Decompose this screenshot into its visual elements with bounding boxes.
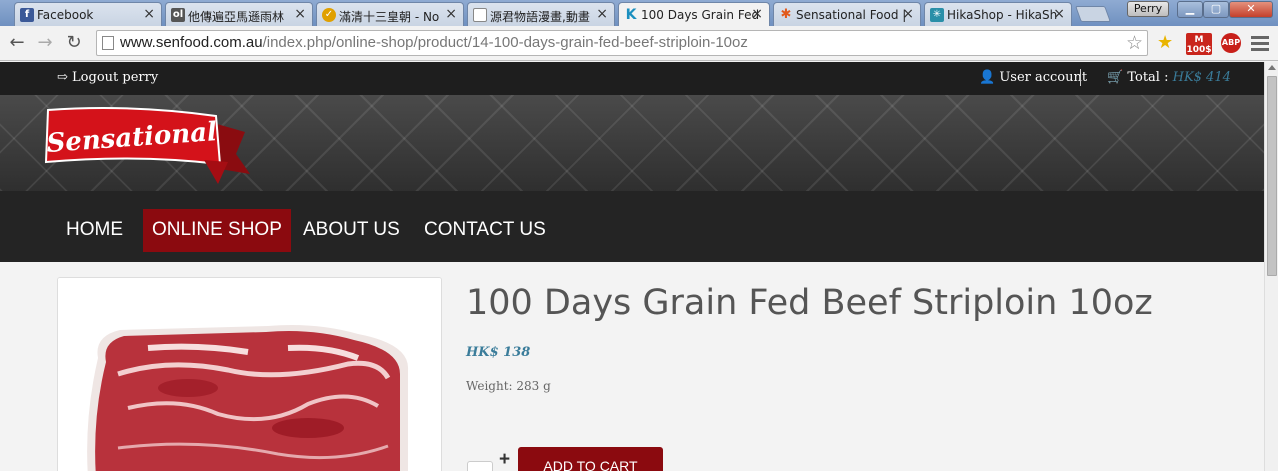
joomla-icon: ✱ bbox=[780, 7, 792, 22]
close-icon[interactable]: × bbox=[1053, 6, 1065, 22]
adblock-icon[interactable]: ABP bbox=[1221, 33, 1241, 53]
close-icon[interactable]: × bbox=[445, 6, 457, 22]
maximize-button[interactable]: ▢ bbox=[1203, 1, 1229, 18]
url-text: www.senfood.com.au/index.php/online-shop… bbox=[120, 34, 748, 51]
address-bar[interactable]: www.senfood.com.au/index.php/online-shop… bbox=[96, 30, 1148, 56]
total-label: Total : bbox=[1127, 70, 1169, 85]
product-image bbox=[58, 278, 441, 471]
page-scrollbar[interactable] bbox=[1264, 62, 1278, 471]
nav-online-shop[interactable]: ONLINE SHOP bbox=[143, 209, 291, 252]
cart-icon: 🛒 bbox=[1107, 70, 1124, 85]
gmail-count: 100$ bbox=[1186, 45, 1212, 55]
product-image-frame[interactable] bbox=[57, 277, 442, 471]
scrollbar-thumb[interactable] bbox=[1267, 76, 1277, 276]
reload-icon[interactable]: ↻ bbox=[63, 32, 85, 54]
bookmark-star-icon[interactable]: ☆ bbox=[1126, 32, 1143, 54]
nav-contact-us[interactable]: CONTACT US bbox=[415, 209, 555, 252]
close-icon[interactable]: × bbox=[143, 6, 155, 22]
quantity-input[interactable] bbox=[467, 461, 493, 471]
product-weight: Weight: 283 g bbox=[466, 379, 551, 393]
scroll-up-icon[interactable] bbox=[1268, 65, 1276, 70]
hikashop-icon: ✳ bbox=[930, 8, 944, 22]
gmail-extension-icon[interactable]: M 100$ bbox=[1186, 33, 1212, 55]
minimize-button[interactable]: ▁ bbox=[1177, 1, 1203, 18]
page-icon bbox=[102, 36, 114, 50]
tab-gallery[interactable]: ol 他傳遍亞馬遜雨林 × bbox=[165, 2, 313, 26]
forward-arrow-icon[interactable]: → bbox=[34, 32, 56, 54]
menu-icon[interactable] bbox=[1251, 33, 1269, 54]
browser-tabstrip: f Facebook × ol 他傳遍亞馬遜雨林 × ✓ 滿清十三皇朝 - No… bbox=[0, 0, 1278, 27]
star-extension-icon[interactable]: ★ bbox=[1157, 32, 1173, 53]
tab-title: Sensational Food | bbox=[796, 8, 907, 22]
product-title: 100 Days Grain Fed Beef Striploin 10oz bbox=[466, 283, 1153, 323]
checkmark-icon: ✓ bbox=[322, 8, 336, 22]
tab-hikashop[interactable]: ✳ HikaShop - HikaSh × bbox=[924, 2, 1072, 26]
new-tab-button[interactable] bbox=[1075, 6, 1111, 22]
user-account-label: User account bbox=[999, 70, 1088, 85]
logout-link[interactable]: ⇨ Logout perry bbox=[57, 70, 158, 85]
url-host: www.senfood.com.au bbox=[120, 34, 263, 51]
tab-title: Facebook bbox=[37, 8, 94, 22]
page-icon bbox=[473, 8, 487, 22]
add-to-cart-button[interactable]: ADD TO CART bbox=[518, 447, 663, 471]
close-icon[interactable]: × bbox=[902, 6, 914, 22]
logout-label: Logout perry bbox=[72, 70, 159, 85]
cart-total-link[interactable]: 🛒 Total : HK$ 414 bbox=[1107, 70, 1231, 85]
nav-home[interactable]: HOME bbox=[57, 209, 132, 252]
main-navigation: HOME ONLINE SHOP ABOUT US CONTACT US bbox=[0, 191, 1264, 262]
tab-title: HikaShop - HikaSh bbox=[947, 8, 1058, 22]
back-arrow-icon[interactable]: ← bbox=[6, 32, 28, 54]
tab-manga[interactable]: 源君物語漫畫,動畫 × bbox=[467, 2, 615, 26]
url-path: /index.php/online-shop/product/14-100-da… bbox=[262, 34, 748, 51]
tab-title: 100 Days Grain Fed bbox=[641, 8, 759, 22]
quantity-plus-button[interactable]: + bbox=[499, 449, 510, 471]
gallery-icon: ol bbox=[171, 8, 185, 22]
site-topbar: ⇨ Logout perry 👤 User account 🛒 Total : … bbox=[0, 62, 1264, 95]
user-icon: 👤 bbox=[979, 70, 996, 85]
product-price: HK$ 138 bbox=[466, 345, 531, 360]
tab-title: 他傳遍亞馬遜雨林 bbox=[188, 10, 285, 24]
tab-title: 滿清十三皇朝 - No bbox=[339, 10, 440, 24]
logout-icon: ⇨ bbox=[57, 70, 68, 85]
facebook-icon: f bbox=[20, 8, 34, 22]
tab-title: 源君物語漫畫,動畫 bbox=[490, 10, 590, 24]
close-icon[interactable]: × bbox=[294, 6, 306, 22]
close-icon[interactable]: × bbox=[751, 6, 763, 22]
window-close-button[interactable]: ✕ bbox=[1229, 1, 1273, 18]
profile-button[interactable]: Perry bbox=[1127, 1, 1169, 17]
tab-product-active[interactable]: K 100 Days Grain Fed × bbox=[618, 2, 770, 27]
k-icon: K bbox=[625, 7, 637, 23]
close-icon[interactable]: × bbox=[596, 6, 608, 22]
tab-facebook[interactable]: f Facebook × bbox=[14, 2, 162, 26]
browser-toolbar: ← → ↻ www.senfood.com.au/index.php/onlin… bbox=[0, 26, 1278, 61]
user-account-link[interactable]: 👤 User account bbox=[979, 70, 1087, 85]
tab-sensational-food[interactable]: ✱ Sensational Food | × bbox=[773, 2, 921, 26]
divider bbox=[1080, 69, 1081, 86]
sensational-logo[interactable]: Sensational bbox=[40, 102, 252, 186]
tab-qing-dynasty[interactable]: ✓ 滿清十三皇朝 - No × bbox=[316, 2, 464, 26]
nav-about-us[interactable]: ABOUT US bbox=[294, 209, 409, 252]
total-amount: HK$ 414 bbox=[1172, 70, 1231, 85]
